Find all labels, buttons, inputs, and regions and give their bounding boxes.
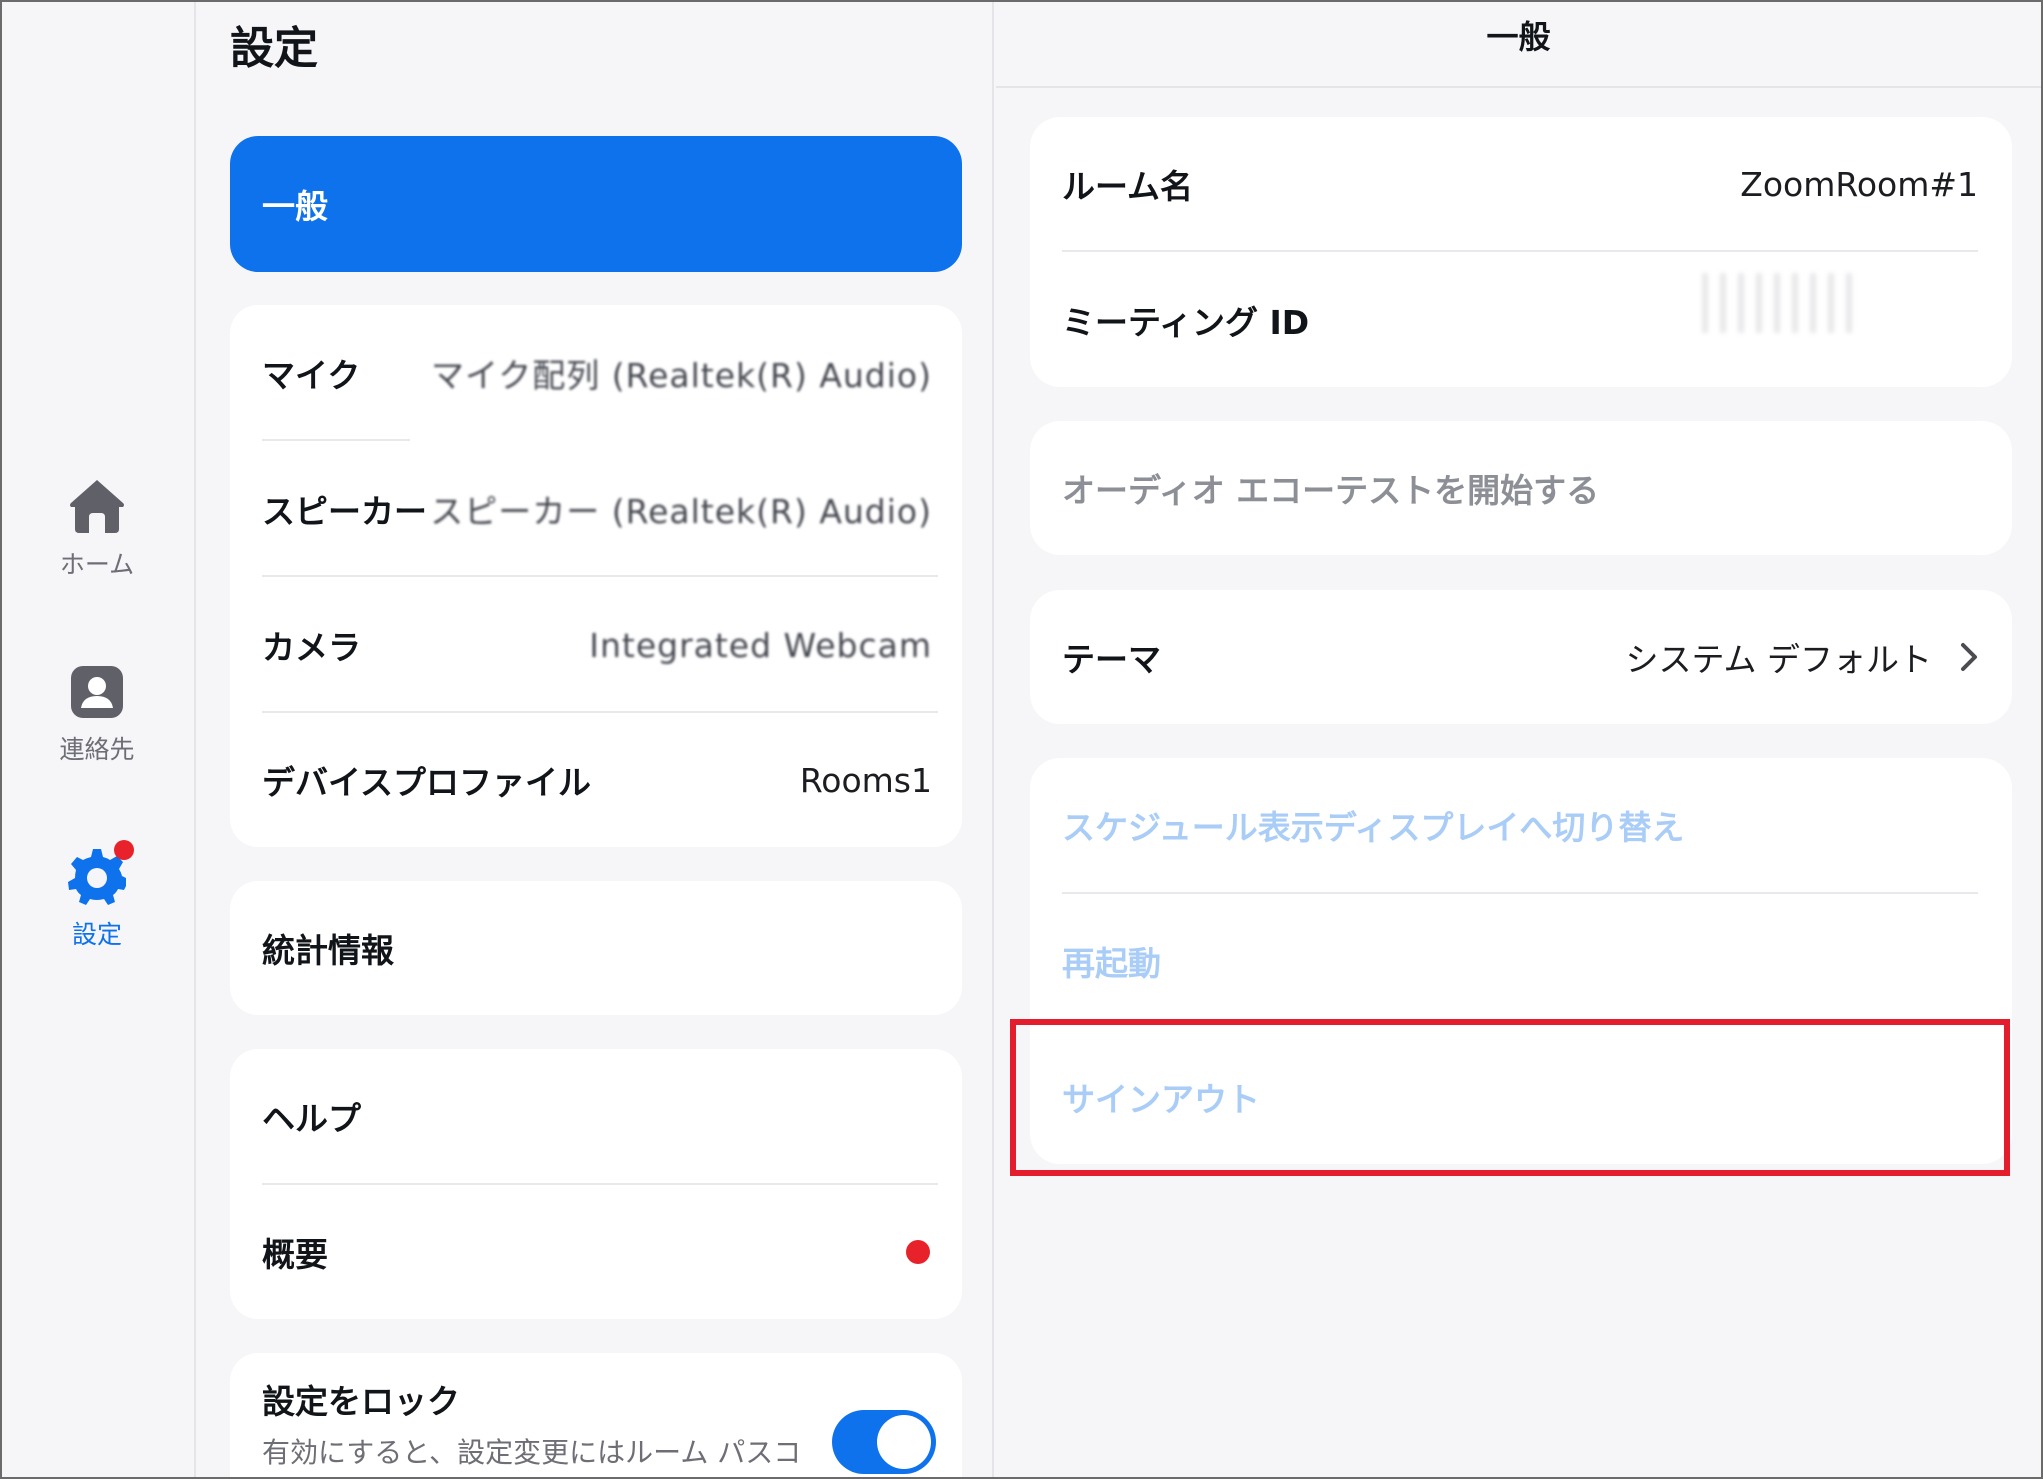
chevron-right-icon [1961,643,1977,671]
camera-label: カメラ [262,628,361,667]
device-profile-label: デバイスプロファイル [262,763,592,802]
page-title: 設定 [230,23,318,74]
schedule-display-row[interactable]: スケジュール表示ディスプレイへ切り替え [1062,758,1978,892]
rail-item-settings[interactable]: 設定 [2,847,192,951]
schedule-display-label: スケジュール表示ディスプレイへ切り替え [1062,808,1685,847]
mic-label: マイク [262,356,361,395]
help-card: ヘルプ 概要 [230,1049,962,1319]
statistics-row: 統計情報 [262,881,932,1015]
app-window: ホーム 連絡先 設定 設定 一般 マイク マイク配列 (Realtek(R) A… [0,0,2043,1479]
settings-item-general[interactable]: 一般 [230,136,962,272]
meeting-id-label: ミーティング ID [1062,303,1310,342]
general-detail-pane: 一般 ルーム名 ZoomRoom#1 ミーティング ID オーディオ エコーテス… [996,2,2041,1477]
theme-label: テーマ [1062,640,1161,679]
divider [1062,250,1978,252]
detail-header: 一般 [996,2,2041,88]
room-name-label: ルーム名 [1062,167,1194,206]
theme-card[interactable]: テーマ システム デフォルト [1030,590,2012,724]
speaker-value: スピーカー (Realtek(R) Audio) [430,492,932,531]
theme-value: システム デフォルト [1625,640,1933,679]
meeting-id-value-redacted [1702,273,1862,333]
camera-value: Integrated Webcam [589,625,932,665]
devices-card: マイク マイク配列 (Realtek(R) Audio) スピーカー スピーカー… [230,305,962,847]
home-icon [70,480,124,533]
general-label: 一般 [262,187,328,226]
mic-row[interactable]: マイク マイク配列 (Realtek(R) Audio) [262,305,932,441]
about-row[interactable]: 概要 [262,1185,932,1319]
contacts-icon [71,666,123,718]
rail-home-label: ホーム [59,550,135,579]
help-row[interactable]: ヘルプ [262,1049,932,1183]
about-label: 概要 [262,1235,328,1274]
lock-settings-title: 設定をロック [262,1382,460,1421]
speaker-label: スピーカー [262,492,427,531]
mic-value: マイク配列 (Realtek(R) Audio) [430,356,932,395]
rail-item-home[interactable]: ホーム [2,477,192,581]
settings-list-pane: 設定 一般 マイク マイク配列 (Realtek(R) Audio) スピーカー… [198,2,994,1477]
theme-row: テーマ システム デフォルト [1062,590,1978,724]
settings-notification-badge [114,840,134,860]
camera-row[interactable]: カメラ Integrated Webcam [262,577,932,713]
rail-item-contacts[interactable]: 連絡先 [2,664,192,766]
restart-label: 再起動 [1062,944,1161,983]
general-row: 一般 [262,136,932,272]
lock-settings-description: 有効にすると、設定変更にはルーム パスコードが必要になります [262,1436,802,1477]
echo-test-card[interactable]: オーディオ エコーテストを開始する [1030,421,2012,555]
help-label: ヘルプ [262,1099,361,1138]
signout-highlight-annotation [1010,1019,2010,1176]
device-profile-value: Rooms1 [799,760,932,800]
device-profile-row[interactable]: デバイスプロファイル Rooms1 [262,713,932,847]
about-notification-dot [906,1240,930,1264]
restart-row[interactable]: 再起動 [1062,894,1978,1028]
rail-settings-label: 設定 [71,920,122,949]
room-info-card: ルーム名 ZoomRoom#1 ミーティング ID [1030,117,2012,387]
nav-rail: ホーム 連絡先 設定 [2,2,196,1477]
statistics-label: 統計情報 [262,931,394,970]
rail-contacts-label: 連絡先 [59,735,135,764]
room-name-value: ZoomRoom#1 [1740,164,1978,204]
room-name-row[interactable]: ルーム名 ZoomRoom#1 [1062,117,1978,251]
toggle-knob [877,1415,931,1469]
echo-test-row: オーディオ エコーテストを開始する [1062,421,1978,555]
lock-settings-toggle[interactable] [832,1410,936,1474]
lock-settings-card: 設定をロック 有効にすると、設定変更にはルーム パスコードが必要になります [230,1353,962,1477]
settings-item-statistics[interactable]: 統計情報 [230,881,962,1015]
speaker-row[interactable]: スピーカー スピーカー (Realtek(R) Audio) [262,441,932,577]
echo-test-label: オーディオ エコーテストを開始する [1062,471,1600,510]
